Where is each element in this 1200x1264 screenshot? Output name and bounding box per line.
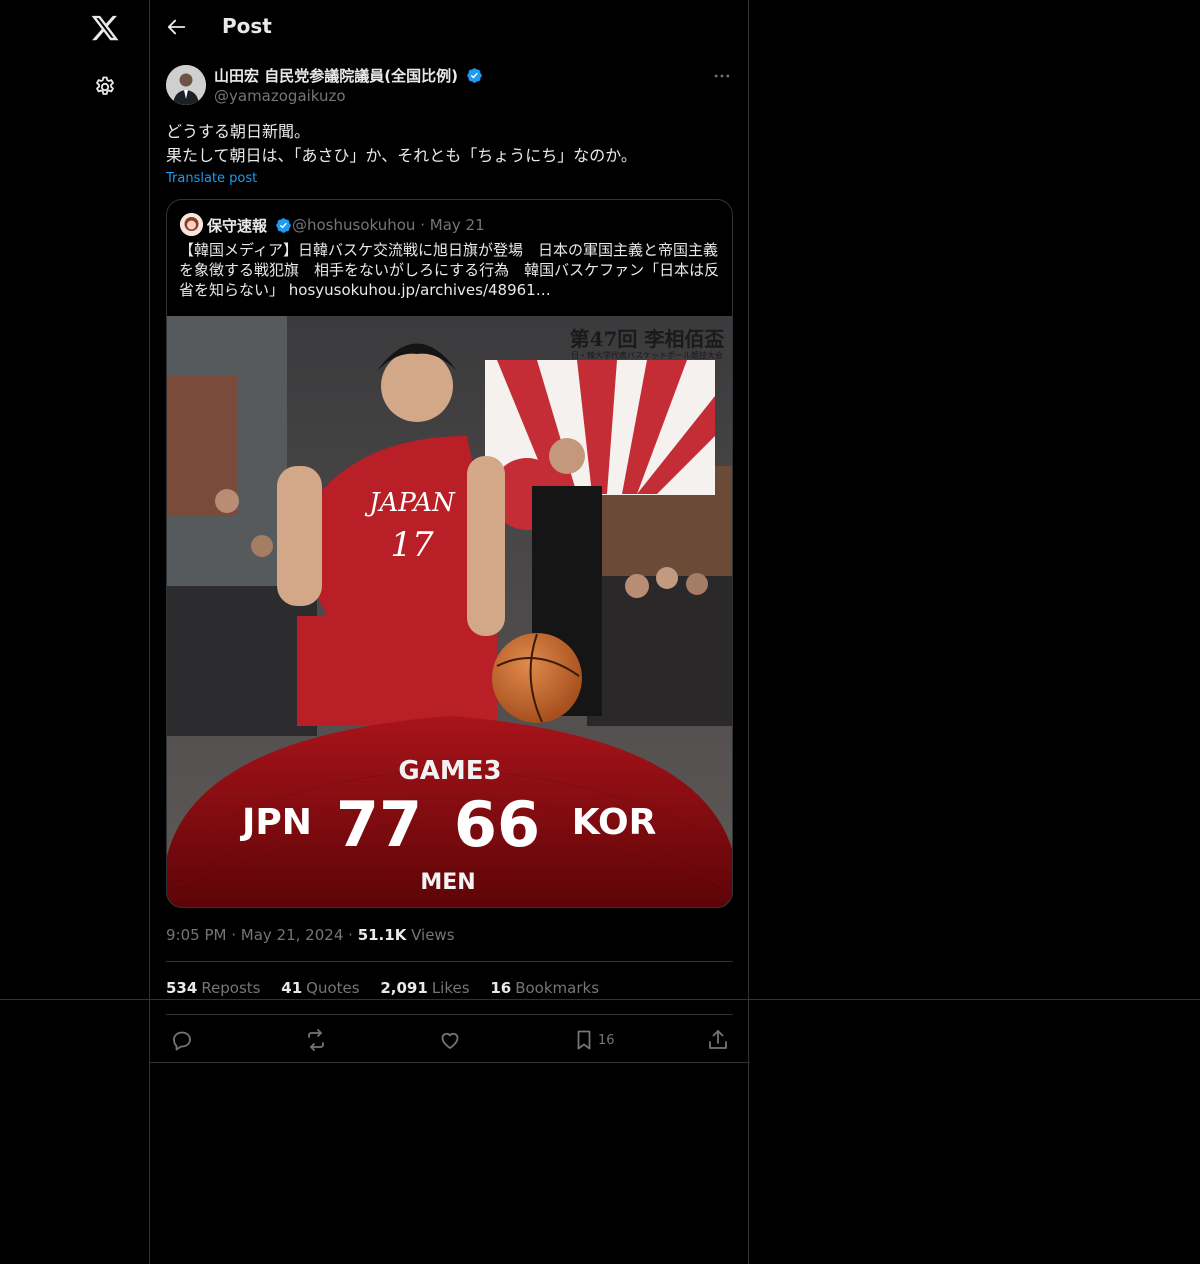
- reposts-stat[interactable]: 534 Reposts: [166, 979, 261, 997]
- bookmarks-count: 16: [490, 979, 512, 997]
- jersey-number: 17: [390, 525, 434, 565]
- post-date[interactable]: May 21, 2024: [241, 926, 344, 944]
- divider: [150, 1062, 750, 1063]
- post-time[interactable]: 9:05 PM: [166, 926, 226, 944]
- reposts-label: Reposts: [201, 979, 261, 997]
- left-nav: [0, 0, 150, 1264]
- quotes-stat[interactable]: 41 Quotes: [281, 979, 359, 997]
- game-label: GAME3: [398, 756, 501, 786]
- quotes-label: Quotes: [306, 979, 360, 997]
- event-banner-title: 第47回 李相佰盃: [570, 327, 725, 351]
- score-right: 66: [454, 788, 540, 861]
- author-name-text: 山田宏 自民党参議院議員(全国比例): [214, 67, 458, 85]
- x-logo-icon[interactable]: [90, 13, 120, 43]
- avatar[interactable]: [166, 65, 206, 105]
- quotes-count: 41: [281, 979, 303, 997]
- main-column: Post 山田宏 自民党参議院議員(全国比例) @yamazogaikuzo ど…: [149, 0, 750, 1264]
- bookmark-count: 16: [598, 1033, 615, 1048]
- quote-media-image[interactable]: JAPAN 17 第47回 李相佰盃 日・韓大学代表バスケットボール競技大会 G…: [167, 316, 732, 907]
- header: Post: [150, 0, 750, 53]
- author-name[interactable]: 山田宏 自民党参議院議員(全国比例): [214, 65, 483, 86]
- score-left: 77: [336, 788, 422, 861]
- quote-author-name-text: 保守速報: [207, 217, 268, 235]
- quote-text: 【韓国メディア】日韓バスケ交流戦に旭日旗が登場 日本の軍国主義と帝国主義を象徴す…: [179, 241, 720, 299]
- likes-count: 2,091: [380, 979, 428, 997]
- separator-dot: ·: [348, 926, 358, 944]
- bookmarks-label: Bookmarks: [515, 979, 600, 997]
- views-label: Views: [411, 926, 455, 944]
- likes-stat[interactable]: 2,091 Likes: [380, 979, 469, 997]
- more-options-icon[interactable]: [712, 66, 732, 86]
- bookmarks-stat[interactable]: 16 Bookmarks: [490, 979, 599, 997]
- like-heart-icon[interactable]: [438, 1028, 462, 1052]
- bookmark-icon[interactable]: [572, 1028, 596, 1052]
- quote-author-name[interactable]: 保守速報: [207, 215, 292, 236]
- separator-dot: ·: [231, 926, 241, 944]
- share-icon[interactable]: [706, 1028, 730, 1052]
- translate-post-link[interactable]: Translate post: [166, 171, 257, 186]
- post-meta: 9:05 PM · May 21, 2024 · 51.1K Views: [166, 926, 455, 944]
- division-label: MEN: [420, 870, 475, 895]
- game-photo: JAPAN 17 第47回 李相佰盃 日・韓大学代表バスケットボール競技大会 G…: [167, 316, 732, 907]
- divider: [166, 961, 733, 962]
- post-text-line: 果たして朝日は、「あさひ」か、それとも「ちょうにち」なのか。: [166, 146, 637, 165]
- event-banner-subtitle: 日・韓大学代表バスケットボール競技大会: [571, 350, 723, 360]
- back-arrow-icon[interactable]: [166, 16, 188, 38]
- verified-badge-icon: [276, 218, 292, 233]
- team-right: KOR: [572, 802, 657, 843]
- gear-icon[interactable]: [93, 75, 117, 99]
- quote-date[interactable]: May 21: [430, 216, 485, 234]
- reposts-count: 534: [166, 979, 198, 997]
- repost-icon[interactable]: [304, 1028, 328, 1052]
- page-title: Post: [222, 14, 272, 38]
- action-bar: 16: [150, 1025, 750, 1055]
- quoted-post[interactable]: 保守速報 @hoshusokuhou · May 21 【韓国メディア】日韓バス…: [166, 199, 733, 908]
- views-count: 51.1K: [357, 926, 407, 944]
- team-left: JPN: [239, 802, 312, 843]
- quote-avatar[interactable]: [180, 213, 203, 236]
- divider: [166, 1014, 733, 1015]
- engagement-stats: 534 Reposts 41 Quotes 2,091 Likes 16 Bookmar…: [166, 979, 615, 997]
- quote-meta: @hoshusokuhou · May 21: [292, 216, 485, 234]
- post-text-line: どうする朝日新聞。: [166, 122, 311, 141]
- separator-dot: ·: [420, 216, 430, 234]
- verified-badge-icon: [467, 68, 482, 83]
- quote-handle[interactable]: @hoshusokuhou: [292, 216, 415, 234]
- reply-icon[interactable]: [170, 1028, 194, 1052]
- post-text: どうする朝日新聞。 果たして朝日は、「あさひ」か、それとも「ちょうにち」なのか。: [166, 120, 734, 168]
- likes-label: Likes: [431, 979, 470, 997]
- author-handle[interactable]: @yamazogaikuzo: [214, 87, 346, 105]
- jersey-text: JAPAN: [364, 488, 456, 518]
